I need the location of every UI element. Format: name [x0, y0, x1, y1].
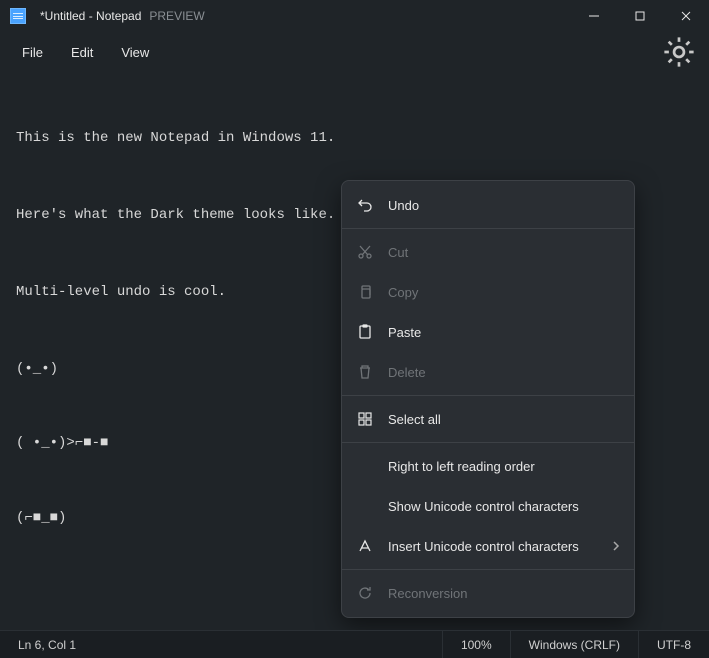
status-zoom[interactable]: 100%	[442, 631, 510, 658]
ctx-insert-unicode[interactable]: Insert Unicode control characters	[342, 526, 634, 566]
status-encoding[interactable]: UTF-8	[638, 631, 709, 658]
ctx-paste[interactable]: Paste	[342, 312, 634, 352]
editor-line: This is the new Notepad in Windows 11.	[16, 129, 693, 149]
cut-icon	[356, 243, 374, 261]
reconversion-icon	[356, 584, 374, 602]
separator	[342, 395, 634, 396]
ctx-label: Right to left reading order	[388, 459, 535, 474]
ctx-label: Insert Unicode control characters	[388, 539, 579, 554]
ctx-label: Copy	[388, 285, 418, 300]
undo-icon	[356, 196, 374, 214]
ctx-label: Undo	[388, 198, 419, 213]
ctx-label: Cut	[388, 245, 408, 260]
status-line-ending[interactable]: Windows (CRLF)	[510, 631, 638, 658]
statusbar: Ln 6, Col 1 100% Windows (CRLF) UTF-8	[0, 630, 709, 658]
context-menu: Undo Cut Copy Paste Delete Select all Ri…	[341, 180, 635, 618]
ctx-label: Select all	[388, 412, 441, 427]
titlebar: *Untitled - Notepad PREVIEW	[0, 0, 709, 32]
paste-icon	[356, 323, 374, 341]
select-all-icon	[356, 410, 374, 428]
insert-unicode-icon	[356, 537, 374, 555]
notepad-icon	[10, 8, 26, 24]
window-title: *Untitled - Notepad	[40, 9, 141, 23]
ctx-label: Paste	[388, 325, 421, 340]
ctx-reconversion: Reconversion	[342, 573, 634, 613]
settings-button[interactable]	[661, 34, 697, 70]
blank-icon	[356, 497, 374, 515]
status-position: Ln 6, Col 1	[0, 631, 94, 658]
chevron-right-icon	[612, 539, 620, 554]
ctx-copy: Copy	[342, 272, 634, 312]
separator	[342, 569, 634, 570]
menu-file[interactable]: File	[8, 39, 57, 66]
menubar: File Edit View	[0, 32, 709, 72]
ctx-select-all[interactable]: Select all	[342, 399, 634, 439]
separator	[342, 228, 634, 229]
ctx-delete: Delete	[342, 352, 634, 392]
minimize-button[interactable]	[571, 0, 617, 32]
separator	[342, 442, 634, 443]
ctx-label: Show Unicode control characters	[388, 499, 579, 514]
delete-icon	[356, 363, 374, 381]
ctx-rtl[interactable]: Right to left reading order	[342, 446, 634, 486]
blank-icon	[356, 457, 374, 475]
ctx-label: Reconversion	[388, 586, 468, 601]
menu-view[interactable]: View	[107, 39, 163, 66]
preview-badge: PREVIEW	[149, 9, 204, 23]
maximize-button[interactable]	[617, 0, 663, 32]
ctx-undo[interactable]: Undo	[342, 185, 634, 225]
menu-edit[interactable]: Edit	[57, 39, 107, 66]
ctx-cut: Cut	[342, 232, 634, 272]
ctx-show-unicode[interactable]: Show Unicode control characters	[342, 486, 634, 526]
close-button[interactable]	[663, 0, 709, 32]
copy-icon	[356, 283, 374, 301]
ctx-label: Delete	[388, 365, 426, 380]
